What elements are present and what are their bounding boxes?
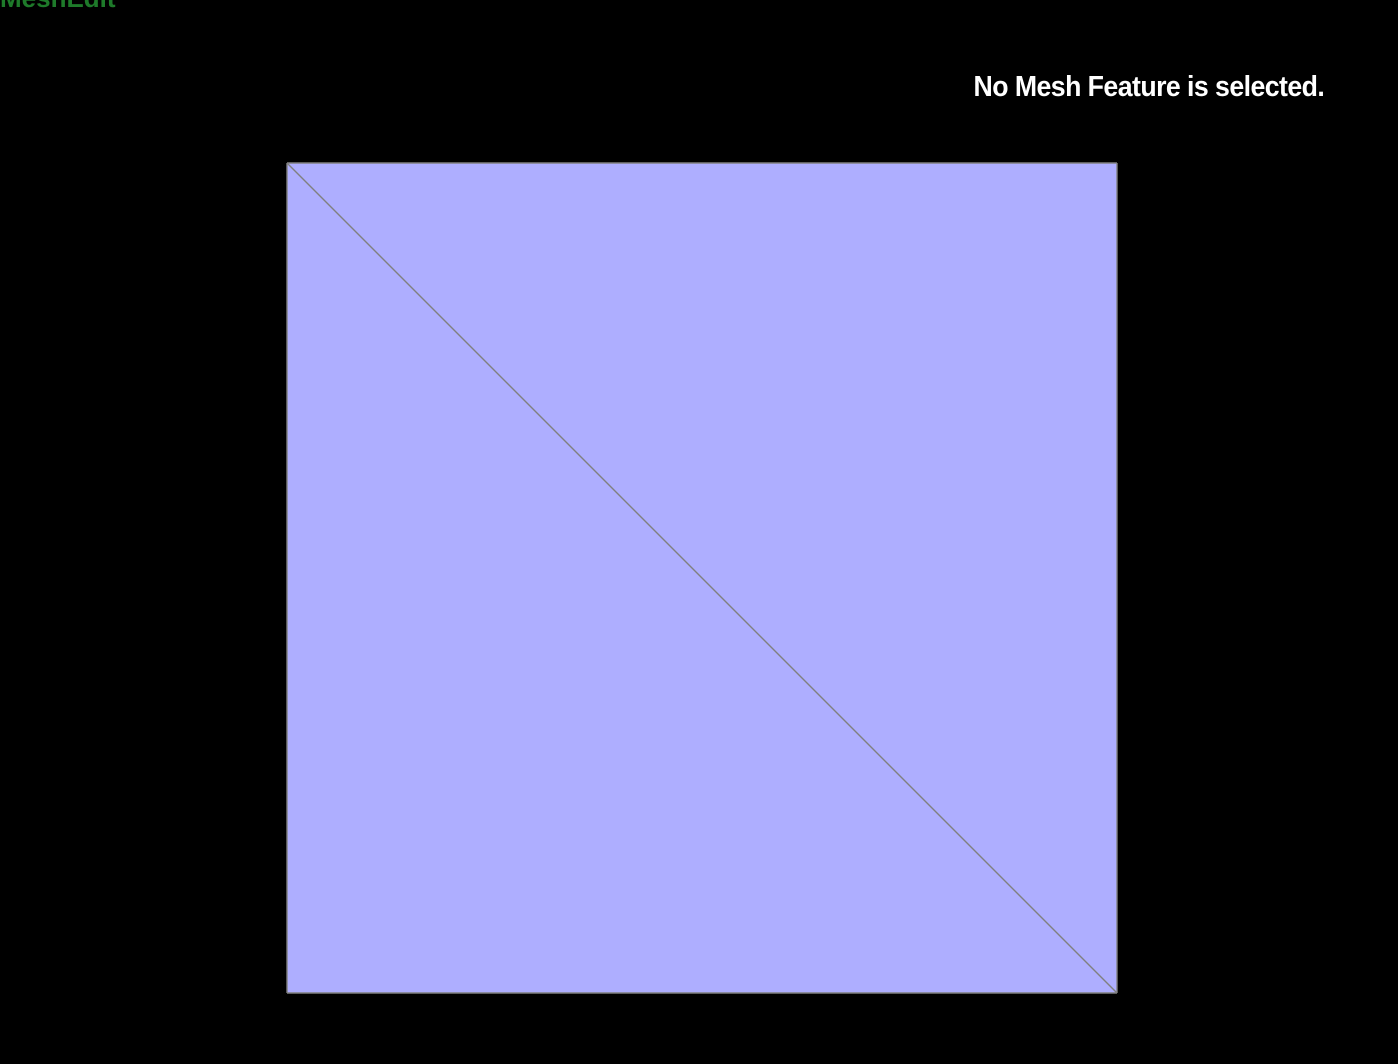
mesh-canvas[interactable] — [286, 162, 1118, 994]
mesh-viewport[interactable] — [286, 162, 1118, 994]
app-title: MeshEdit — [0, 0, 116, 8]
selection-status-text: No Mesh Feature is selected. — [973, 71, 1324, 103]
